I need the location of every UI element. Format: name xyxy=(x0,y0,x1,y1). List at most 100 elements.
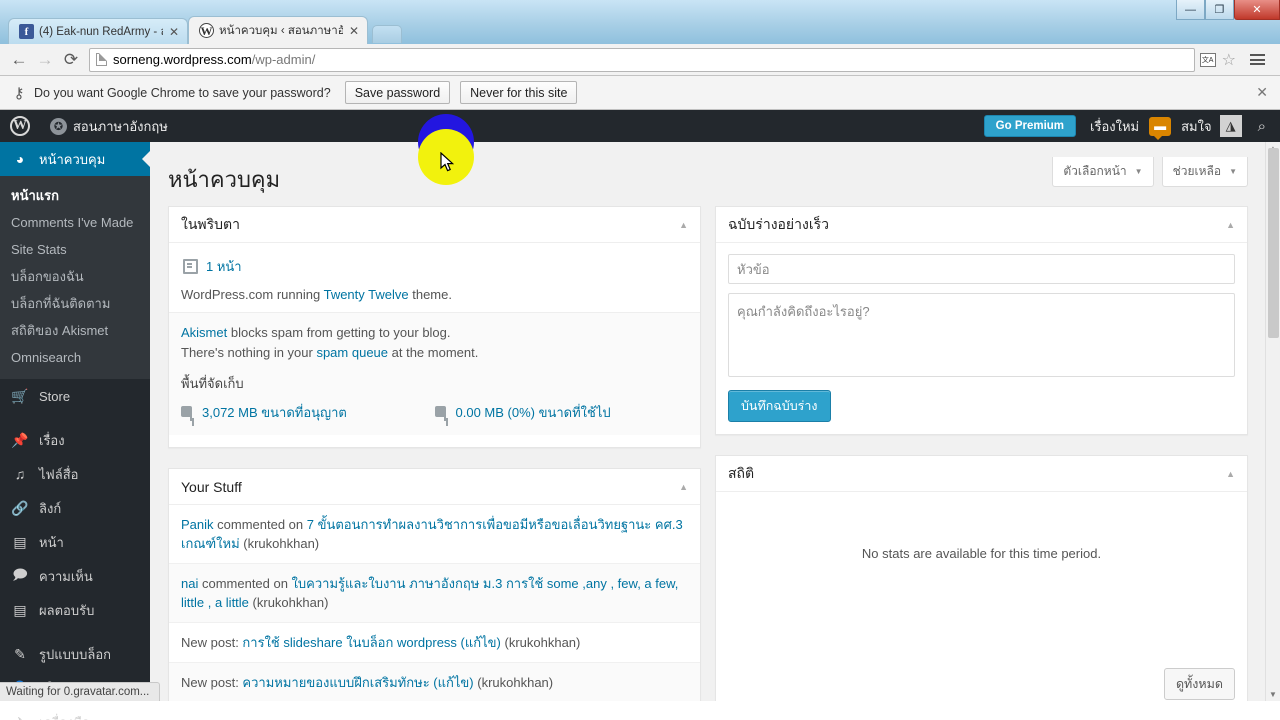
menu-separator xyxy=(0,413,150,423)
sidebar-subitem-comments-ive-made[interactable]: Comments I've Made xyxy=(0,209,150,236)
collapse-toggle-icon[interactable]: ▲ xyxy=(679,482,688,492)
help-button[interactable]: ช่วยเหลือ ▼ xyxy=(1161,157,1248,187)
save-draft-button[interactable]: บันทึกฉบับร่าง xyxy=(728,390,831,422)
never-save-password-button[interactable]: Never for this site xyxy=(460,81,578,104)
spam-queue-link[interactable]: spam queue xyxy=(316,345,388,360)
wp-logo-menu[interactable]: W xyxy=(0,110,40,142)
pin-icon: 📌 xyxy=(11,431,29,448)
sidebar-item-label: ลิงก์ xyxy=(39,500,62,516)
reload-icon[interactable]: ⟳ xyxy=(58,47,84,73)
sidebar-subitem-blogs-i-follow[interactable]: บล็อกที่ฉันติดตาม xyxy=(0,290,150,317)
activity-suffix: (krukohkhan) xyxy=(500,635,581,650)
widget-title: ฉบับร่างอย่างเร็ว xyxy=(728,215,830,232)
avatar[interactable]: ◮ xyxy=(1219,115,1242,137)
collapse-toggle-icon[interactable]: ▲ xyxy=(679,220,688,230)
save-password-button[interactable]: Save password xyxy=(344,81,451,104)
dashboard-submenu: หน้าแรก Comments I've Made Site Stats บล… xyxy=(0,176,150,379)
collapse-toggle-icon[interactable]: ▲ xyxy=(1226,469,1235,479)
close-icon[interactable]: ✕ xyxy=(349,24,359,38)
page-info-icon[interactable] xyxy=(96,53,107,66)
screen-options-label: ตัวเลือกหน้า xyxy=(1063,164,1127,178)
pages-icon xyxy=(183,259,198,274)
go-premium-button[interactable]: Go Premium xyxy=(983,115,1077,137)
sidebar-item-links[interactable]: 🔗 ลิงก์ xyxy=(0,491,150,525)
browser-tab-0[interactable]: f (4) Eak-nun RedArmy - ลั ✕ xyxy=(8,18,188,44)
activity-author[interactable]: Panik xyxy=(181,517,214,532)
collapse-toggle-icon[interactable]: ▲ xyxy=(1226,220,1235,230)
akismet-link[interactable]: Akismet xyxy=(181,325,227,340)
sidebar-item-store[interactable]: 🛒 Store xyxy=(0,379,150,413)
widget-header[interactable]: Your Stuff ▲ xyxy=(169,469,700,505)
activity-target[interactable]: การใช้ slideshare ในบล็อก wordpress (แก้… xyxy=(242,635,500,650)
dashboard-column-right: ฉบับร่างอย่างเร็ว ▲ หัวข้อ คุณกำลังคิดถึ… xyxy=(715,206,1248,701)
bookmark-star-icon[interactable]: ☆ xyxy=(1222,50,1236,70)
window-controls: — ❐ ✕ xyxy=(1176,0,1280,20)
address-bar[interactable]: sorneng.wordpress.com/wp-admin/ xyxy=(89,47,1195,72)
activity-target[interactable]: ความหมายของแบบฝึกเสริมทักษะ (แก้ไข) xyxy=(242,675,473,690)
close-icon[interactable]: ✕ xyxy=(1256,84,1272,101)
sidebar-item-feedback[interactable]: ▤ ผลตอบรับ xyxy=(0,593,150,627)
list-item[interactable]: New post: ความหมายของแบบฝึกเสริมทักษะ (แ… xyxy=(169,663,700,701)
sidebar-item-media[interactable]: ♫ ไฟล์สื่อ xyxy=(0,457,150,491)
close-icon[interactable]: ✕ xyxy=(169,25,179,39)
translate-icon[interactable]: 文A xyxy=(1199,52,1216,67)
site-name-menu[interactable]: ✪ สอนภาษาอังกฤษ xyxy=(40,110,178,142)
list-item[interactable]: New post: การใช้ slideshare ในบล็อก word… xyxy=(169,623,700,663)
sidebar-subitem-akismet-stats[interactable]: สถิติของ Akismet xyxy=(0,317,150,344)
account-name-label[interactable]: สมใจ xyxy=(1181,116,1211,137)
maximize-button[interactable]: ❐ xyxy=(1205,0,1234,20)
sidebar-subitem-home[interactable]: หน้าแรก xyxy=(0,182,150,209)
storage-label: พื้นที่จัดเก็บ xyxy=(181,376,244,391)
scrollbar-thumb[interactable] xyxy=(1268,148,1279,338)
sidebar-item-label: หน้า xyxy=(39,534,64,550)
sidebar-item-appearance[interactable]: ✎ รูปแบบบล็อก xyxy=(0,637,150,671)
widget-header[interactable]: ฉบับร่างอย่างเร็ว ▲ xyxy=(716,207,1247,243)
sidebar-subitem-omnisearch[interactable]: Omnisearch xyxy=(0,344,150,371)
widget-header[interactable]: ในพริบตา ▲ xyxy=(169,207,700,243)
list-item[interactable]: nai commented on ใบความรู้และใบงาน ภาษาอ… xyxy=(169,564,700,623)
sidebar-item-comments[interactable]: 🗩 ความเห็น xyxy=(0,559,150,593)
database-icon xyxy=(434,405,449,421)
comment-bubble-icon[interactable]: ▬ xyxy=(1149,116,1172,140)
storage-used-row: 0.00 MB (0%) ขนาดที่ใช้ไป xyxy=(434,403,689,423)
forward-icon[interactable]: → xyxy=(32,47,58,73)
sidebar-item-label: Store xyxy=(39,388,71,404)
view-all-stats-button[interactable]: ดูทั้งหมด xyxy=(1163,668,1235,700)
draft-title-input[interactable]: หัวข้อ xyxy=(728,254,1235,284)
scroll-down-icon[interactable]: ▼ xyxy=(1269,690,1277,699)
facebook-icon: f xyxy=(19,24,34,39)
page-scrollbar[interactable]: ▲ ▼ xyxy=(1265,142,1280,701)
browser-tab-1[interactable]: W หน้าควบคุม ‹ สอนภาษาอังกฤ ✕ xyxy=(188,16,368,44)
minimize-button[interactable]: — xyxy=(1176,0,1205,20)
browser-window: f (4) Eak-nun RedArmy - ลั ✕ W หน้าควบคุ… xyxy=(0,0,1280,720)
new-post-link[interactable]: เรื่องใหม่ xyxy=(1090,116,1139,137)
close-window-button[interactable]: ✕ xyxy=(1234,0,1280,20)
menu-separator xyxy=(0,627,150,637)
screen-options-button[interactable]: ตัวเลือกหน้า ▼ xyxy=(1052,157,1154,187)
theme-link[interactable]: Twenty Twelve xyxy=(324,287,409,302)
sidebar-item-label: ผลตอบรับ xyxy=(39,602,95,618)
sidebar-subitem-my-blogs[interactable]: บล็อกของฉัน xyxy=(0,263,150,290)
sidebar-item-posts[interactable]: 📌 เรื่อง xyxy=(0,423,150,457)
widget-header[interactable]: สถิติ ▲ xyxy=(716,456,1247,492)
akismet-line: Akismet blocks spam from getting to your… xyxy=(181,323,688,343)
pages-count-link[interactable]: 1 หน้า xyxy=(206,256,242,277)
list-item[interactable]: Panik commented on 7 ขั้นตอนการทำผลงานวิ… xyxy=(169,505,700,564)
back-icon[interactable]: ← xyxy=(6,47,32,73)
sidebar-item-tools[interactable]: ✈ เครื่องมือ xyxy=(0,705,150,720)
search-icon[interactable]: ⌕ xyxy=(1242,118,1280,135)
new-tab-button[interactable] xyxy=(372,25,402,43)
sidebar-item-label: เรื่อง xyxy=(39,432,65,448)
chevron-down-icon: ▼ xyxy=(1134,167,1143,176)
widget-title: Your Stuff xyxy=(181,478,242,495)
chrome-menu-icon[interactable] xyxy=(1242,54,1271,65)
sidebar-item-pages[interactable]: ▤ หน้า xyxy=(0,525,150,559)
activity-author[interactable]: nai xyxy=(181,576,198,591)
activity-author: New post: xyxy=(181,675,243,690)
draft-content-input[interactable]: คุณกำลังคิดถึงอะไรอยู่? xyxy=(728,293,1235,377)
activity-suffix: (krukohkhan) xyxy=(239,536,320,551)
cart-icon: 🛒 xyxy=(11,387,29,404)
widget-title: ในพริบตา xyxy=(181,215,240,232)
sidebar-item-dashboard[interactable]: ◕ หน้าควบคุม xyxy=(0,142,150,176)
sidebar-subitem-site-stats[interactable]: Site Stats xyxy=(0,236,150,263)
